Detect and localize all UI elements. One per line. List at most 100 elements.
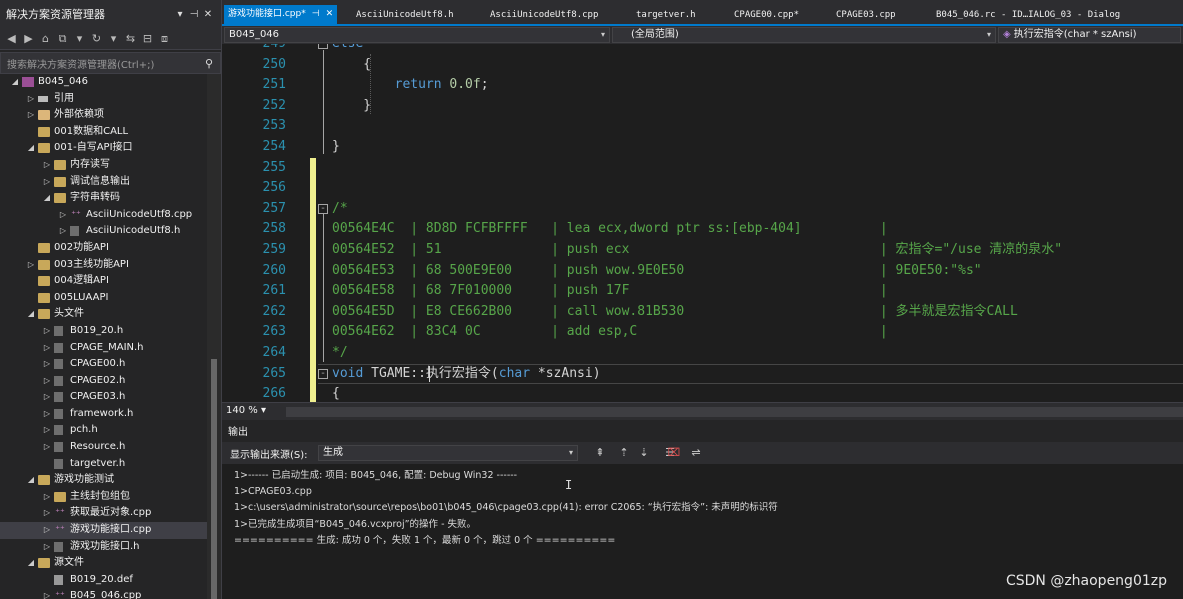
- code-line[interactable]: 253: [222, 116, 1183, 137]
- expanded-arrow-icon[interactable]: ◢: [26, 555, 36, 572]
- expanded-arrow-icon[interactable]: ◢: [26, 472, 36, 489]
- collapsed-arrow-icon[interactable]: ▷: [58, 207, 68, 224]
- collapsed-arrow-icon[interactable]: ▷: [42, 406, 52, 423]
- tree-item[interactable]: ▷ 引用: [0, 91, 207, 108]
- expanded-arrow-icon[interactable]: ◢: [10, 74, 20, 91]
- code-line[interactable]: 254}: [222, 137, 1183, 158]
- tree-item[interactable]: ▷ CPAGE_MAIN.h: [0, 340, 207, 357]
- collapsed-arrow-icon[interactable]: ▷: [42, 489, 52, 506]
- next-message-icon[interactable]: ⇣: [636, 445, 652, 461]
- close-icon[interactable]: ✕: [201, 9, 215, 20]
- code-line[interactable]: 263 00564E62 | 83C4 0C | add esp,C |: [222, 322, 1183, 343]
- code-line[interactable]: 255: [222, 157, 1183, 179]
- collapsed-arrow-icon[interactable]: ▷: [42, 522, 52, 539]
- expanded-arrow-icon[interactable]: ◢: [42, 190, 52, 207]
- tree-item[interactable]: ▷ ⁺⁺ AsciiUnicodeUtf8.cpp: [0, 207, 207, 224]
- member-dropdown[interactable]: ◈ 执行宏指令(char * szAnsi): [998, 27, 1181, 43]
- solution-explorer-scrollbar[interactable]: [207, 74, 221, 599]
- tree-item[interactable]: ▷ pch.h: [0, 422, 207, 439]
- search-icon[interactable]: ⚲: [198, 57, 220, 70]
- home-icon[interactable]: ⌂: [38, 31, 53, 47]
- tab-targetver-h[interactable]: targetver.h: [636, 6, 696, 24]
- tab-game-api-cpp[interactable]: 游戏功能接口.cpp* ⊣ ✕: [224, 5, 338, 24]
- tree-item[interactable]: ▷ ⁺⁺ 获取最近对象.cpp: [0, 505, 207, 522]
- history-icon[interactable]: ↻: [89, 31, 104, 47]
- tab-cpage00-cpp[interactable]: CPAGE00.cpp*: [734, 6, 799, 24]
- code-line[interactable]: 256: [222, 178, 1183, 199]
- tree-item[interactable]: ▷ 主线封包组包: [0, 489, 207, 506]
- project-dropdown[interactable]: B045_046 ▾: [224, 27, 610, 43]
- tree-item[interactable]: ▷ 003主线功能API: [0, 257, 207, 274]
- tree-item[interactable]: ◢ B045_046: [0, 74, 207, 91]
- expanded-arrow-icon[interactable]: ◢: [26, 306, 36, 323]
- tree-item[interactable]: ◢ 游戏功能测试: [0, 472, 207, 489]
- show-all-files-icon[interactable]: ⧈: [157, 31, 172, 47]
- collapse-all-icon[interactable]: ⊟: [140, 31, 155, 47]
- tree-item[interactable]: ◢ 字符串转码: [0, 190, 207, 207]
- tab-cpage03-cpp[interactable]: CPAGE03.cpp: [836, 6, 896, 24]
- code-editor[interactable]: 249-else250 {251 return 0.0f;252 }253254…: [222, 44, 1183, 402]
- tab-resource-dialog[interactable]: B045_046.rc - ID…IALOG_03 - Dialog: [936, 6, 1120, 24]
- tree-item[interactable]: ▷ framework.h: [0, 406, 207, 423]
- code-line[interactable]: 264 */: [222, 343, 1183, 364]
- tree-item[interactable]: ▷ AsciiUnicodeUtf8.h: [0, 223, 207, 240]
- tree-item[interactable]: 001数据和CALL: [0, 124, 207, 141]
- tree-item[interactable]: ▷ ⁺⁺ B045_046.cpp: [0, 588, 207, 599]
- search-input[interactable]: 搜索解决方案资源管理器(Ctrl+;): [1, 56, 198, 71]
- code-line[interactable]: 259 00564E52 | 51 | push ecx | 宏指令="/use …: [222, 240, 1183, 261]
- collapsed-arrow-icon[interactable]: ▷: [26, 91, 36, 108]
- previous-message-icon[interactable]: ⇡: [616, 445, 632, 461]
- tab-asciiunicodeutf8-cpp[interactable]: AsciiUnicodeUtf8.cpp: [490, 6, 598, 24]
- horizontal-scrollbar[interactable]: [286, 407, 1183, 417]
- code-line[interactable]: 266 {: [222, 384, 1183, 402]
- code-line[interactable]: 250 {: [222, 55, 1183, 76]
- pin-icon[interactable]: ⊣: [312, 9, 320, 19]
- collapsed-arrow-icon[interactable]: ▷: [42, 539, 52, 556]
- output-text[interactable]: 1>------ 已启动生成: 项目: B045_046, 配置: Debug …: [234, 468, 1183, 549]
- code-line[interactable]: 257 -/*: [222, 198, 1183, 220]
- word-wrap-icon[interactable]: ⇌: [688, 445, 704, 461]
- close-icon[interactable]: ✕: [326, 9, 334, 19]
- pin-icon[interactable]: ⊣: [187, 9, 201, 20]
- fold-toggle-icon[interactable]: -: [318, 44, 328, 49]
- tree-item[interactable]: 005LUAAPI: [0, 290, 207, 307]
- tree-item[interactable]: 004逻辑API: [0, 273, 207, 290]
- collapsed-arrow-icon[interactable]: ▷: [42, 174, 52, 191]
- collapsed-arrow-icon[interactable]: ▷: [26, 107, 36, 124]
- code-line[interactable]: 261 00564E58 | 68 7F010000 | push 17F |: [222, 281, 1183, 302]
- sync-icon[interactable]: ⇆: [123, 31, 138, 47]
- tree-item[interactable]: targetver.h: [0, 456, 207, 473]
- collapsed-arrow-icon[interactable]: ▷: [58, 223, 68, 240]
- tab-asciiunicodeutf8-h[interactable]: AsciiUnicodeUtf8.h: [356, 6, 454, 24]
- output-source-dropdown[interactable]: 生成 ▾: [318, 445, 578, 461]
- collapsed-arrow-icon[interactable]: ▷: [42, 373, 52, 390]
- zoom-level-dropdown[interactable]: 140 % ▾: [226, 405, 266, 419]
- tree-item[interactable]: B019_20.def: [0, 572, 207, 589]
- tree-item[interactable]: ▷ CPAGE00.h: [0, 356, 207, 373]
- tree-item[interactable]: ▷ B019_20.h: [0, 323, 207, 340]
- chevron-down-icon[interactable]: ▾: [106, 31, 121, 47]
- tree-item[interactable]: ◢ 头文件: [0, 306, 207, 323]
- collapsed-arrow-icon[interactable]: ▷: [26, 257, 36, 274]
- tree-item[interactable]: ▷ 外部依赖项: [0, 107, 207, 124]
- tree-item[interactable]: ▷ 内存读写: [0, 157, 207, 174]
- tree-item[interactable]: 002功能API: [0, 240, 207, 257]
- code-line[interactable]: 252 }: [222, 96, 1183, 117]
- code-line[interactable]: 249 -else: [222, 44, 1183, 55]
- code-line[interactable]: 262 00564E5D | E8 CE662B00 | call wow.81B…: [222, 301, 1183, 323]
- code-line[interactable]: 251 return 0.0f;: [222, 75, 1183, 96]
- scope-dropdown[interactable]: (全局范围) ▾: [612, 27, 996, 43]
- dropdown-icon[interactable]: ▾: [173, 9, 187, 20]
- collapsed-arrow-icon[interactable]: ▷: [42, 422, 52, 439]
- forward-icon[interactable]: ▶: [21, 31, 36, 47]
- back-icon[interactable]: ◀: [4, 31, 19, 47]
- collapsed-arrow-icon[interactable]: ▷: [42, 588, 52, 599]
- tree-item[interactable]: ▷ CPAGE02.h: [0, 373, 207, 390]
- solution-explorer-search[interactable]: 搜索解决方案资源管理器(Ctrl+;) ⚲: [0, 52, 221, 74]
- tree-item[interactable]: ▷ 调试信息输出: [0, 174, 207, 191]
- expanded-arrow-icon[interactable]: ◢: [26, 140, 36, 157]
- chevron-down-icon[interactable]: ▾: [72, 31, 87, 47]
- scrollbar-thumb[interactable]: [211, 359, 217, 599]
- code-line[interactable]: 260 00564E53 | 68 500E9E00 | push wow.9E0…: [222, 260, 1183, 282]
- tree-item[interactable]: ▷ ⁺⁺ 游戏功能接口.cpp: [0, 522, 207, 539]
